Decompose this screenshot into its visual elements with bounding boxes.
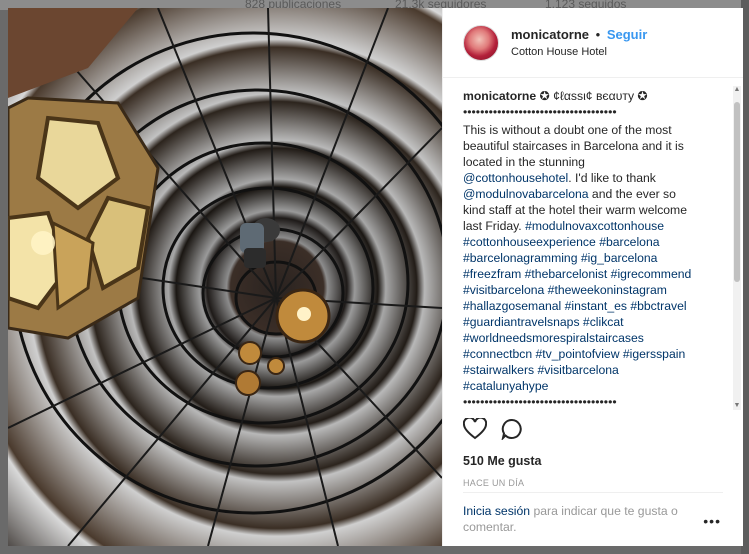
caption-username[interactable]: monicatorne: [463, 89, 536, 103]
caption-line[interactable]: #worldneedsmorespiralstaircases: [463, 330, 725, 346]
author-username[interactable]: monicatorne: [511, 27, 589, 42]
caption-line: @cottonhousehotel. I'd like to thank: [463, 171, 656, 185]
post-photo[interactable]: [8, 8, 442, 546]
caption-line[interactable]: #catalunyahype: [463, 378, 725, 394]
caption-line: located in the stunning: [463, 155, 585, 169]
login-prompt: Inicia sesión para indicar que te gusta …: [463, 503, 703, 535]
follow-button[interactable]: Seguir: [607, 27, 647, 42]
header-text: monicatorne • Seguir Cotton House Hotel: [511, 27, 647, 58]
caption-section: monicatorne ✪ ¢ℓαѕѕι¢ вєαυтy ✪ •••••••••…: [463, 88, 725, 406]
post-details-panel: monicatorne • Seguir Cotton House Hotel …: [442, 8, 743, 546]
caption-line[interactable]: #barcelonagramming #ig_barcelona: [463, 250, 725, 266]
caption-dots-top: ••••••••••••••••••••••••••••••••••••: [463, 105, 617, 119]
divider: [463, 492, 723, 493]
caption-line: This is without a doubt one of the most: [463, 123, 672, 137]
caption-line: beautiful staircases in Barcelona and it…: [463, 139, 684, 153]
scrollbar-thumb[interactable]: [734, 102, 740, 282]
post-modal: monicatorne • Seguir Cotton House Hotel …: [8, 8, 743, 546]
scroll-down-arrow-icon[interactable]: ▼: [733, 402, 741, 410]
likes-count[interactable]: 510 Me gusta: [463, 454, 542, 468]
caption-link[interactable]: #modulnovaxcottonhouse: [525, 219, 664, 233]
caption-title: ✪ ¢ℓαѕѕι¢ вєαυтy ✪: [539, 89, 648, 103]
avatar[interactable]: [463, 24, 499, 61]
separator-dot: •: [595, 27, 601, 42]
caption-line[interactable]: #stairwalkers #visitbarcelona: [463, 362, 725, 378]
ellipsis-icon[interactable]: •••: [703, 513, 721, 529]
caption-link[interactable]: @cottonhousehotel: [463, 171, 568, 185]
caption-link[interactable]: @modulnovabarcelona: [463, 187, 589, 201]
scroll-up-arrow-icon[interactable]: ▲: [733, 86, 741, 94]
caption-line[interactable]: #connectbcn #tv_pointofview #igersspain: [463, 346, 725, 362]
heart-outline-icon[interactable]: [463, 418, 487, 440]
post-timestamp: HACE UN DÍA: [463, 478, 525, 488]
caption-line: last Friday. #modulnovaxcottonhouse: [463, 219, 664, 233]
caption-line: kind staff at the hotel their warm welco…: [463, 203, 687, 217]
post-header: monicatorne • Seguir Cotton House Hotel: [443, 8, 743, 78]
caption-line: @modulnovabarcelona and the ever so: [463, 187, 676, 201]
caption-heading: monicatorne ✪ ¢ℓαѕѕι¢ вєαυтy ✪: [463, 88, 725, 104]
caption-dots-bottom: ••••••••••••••••••••••••••••••••••••: [463, 395, 617, 406]
caption-line[interactable]: #hallazgosemanal #instant_es #bbctravel: [463, 298, 725, 314]
caption-body: This is without a doubt one of the most b…: [463, 122, 725, 394]
login-link[interactable]: Inicia sesión: [463, 504, 530, 518]
caption-scrollbar[interactable]: ▲ ▼: [733, 86, 741, 410]
action-bar: [463, 418, 523, 440]
location-link[interactable]: Cotton House Hotel: [511, 46, 647, 58]
caption-line[interactable]: #visitbarcelona #theweekoninstagram: [463, 282, 725, 298]
speech-bubble-icon[interactable]: [501, 418, 523, 440]
spiral-staircase-image: [8, 8, 442, 546]
caption-line[interactable]: #freezfram #thebarcelonist #igrecommend: [463, 266, 725, 282]
caption-line[interactable]: #cottonhouseexperience #barcelona: [463, 234, 725, 250]
caption-line[interactable]: #guardiantravelsnaps #clikcat: [463, 314, 725, 330]
header-line: monicatorne • Seguir: [511, 27, 647, 42]
